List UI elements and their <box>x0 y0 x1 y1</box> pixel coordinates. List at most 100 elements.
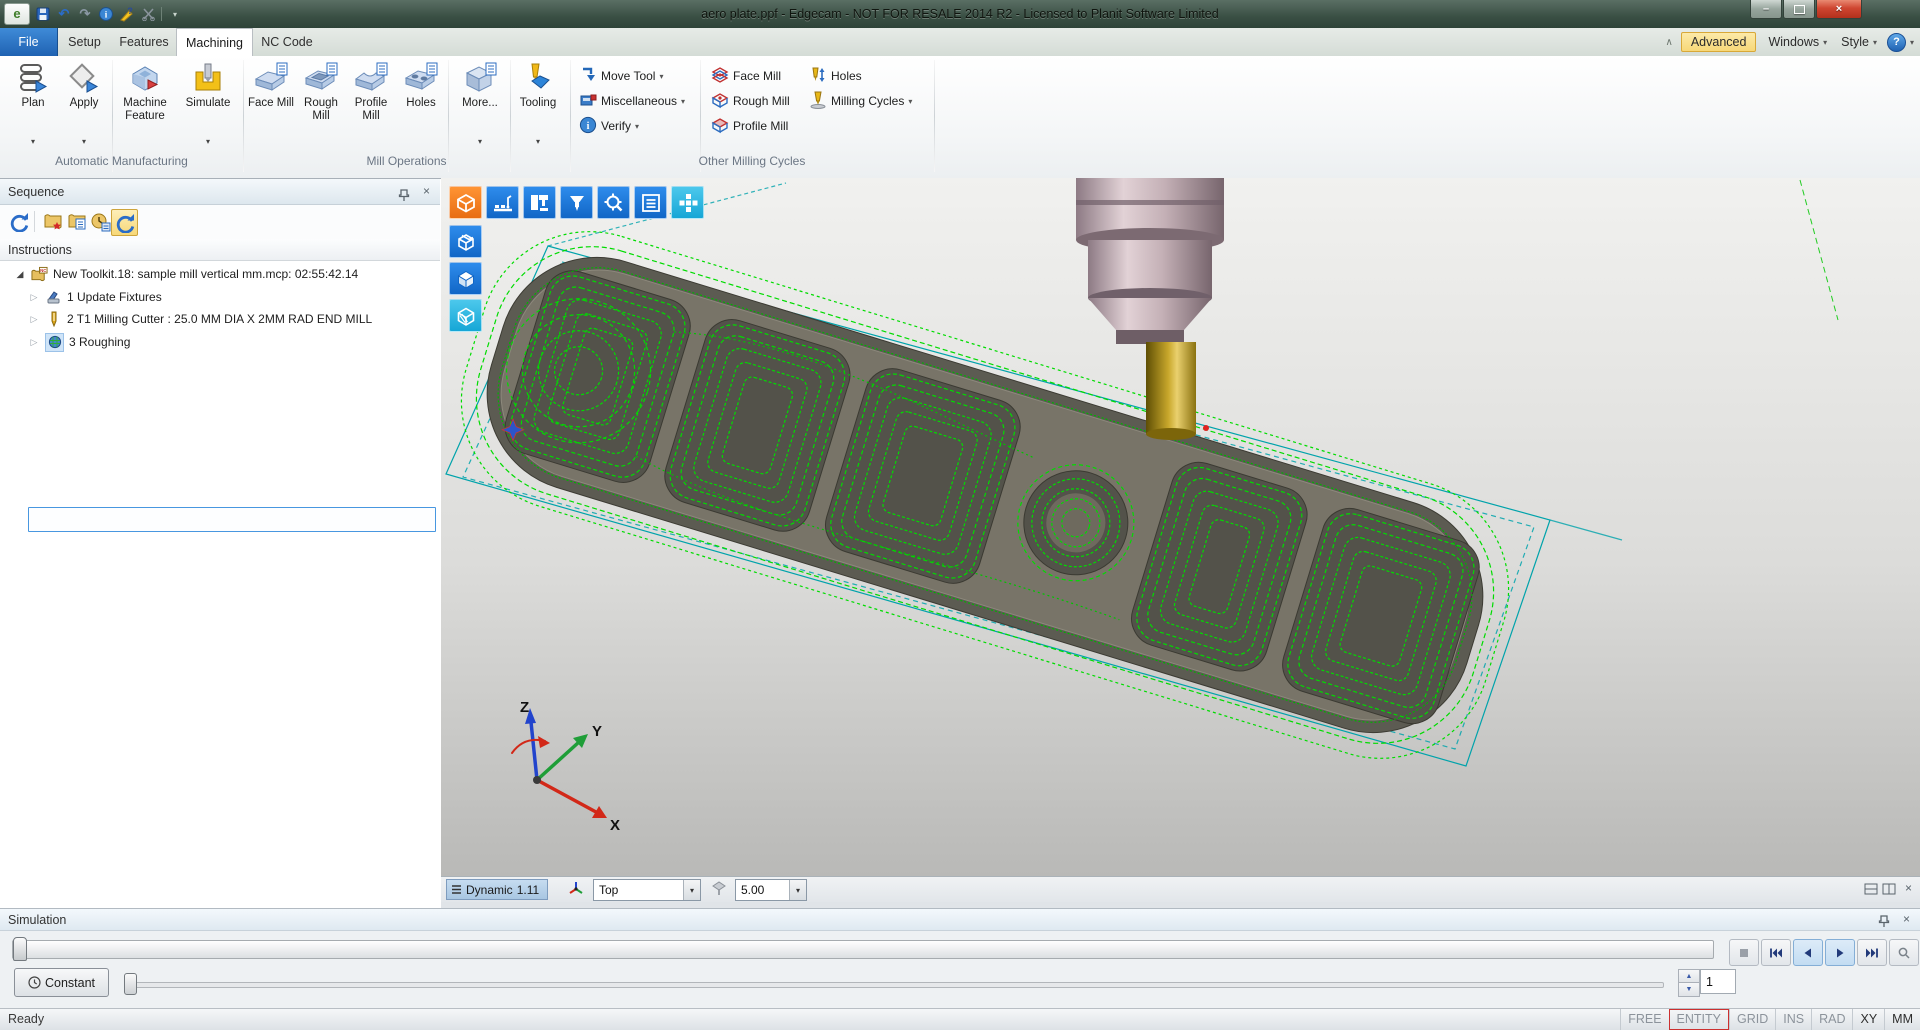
close-icon[interactable]: × <box>423 185 430 197</box>
shading-mode-icon[interactable] <box>449 186 482 219</box>
toggle-entity[interactable]: ENTITY <box>1669 1009 1729 1030</box>
split-vertical-icon[interactable] <box>1882 883 1896 898</box>
display-options-icon[interactable] <box>634 186 667 219</box>
machine-simulation-icon[interactable] <box>523 186 556 219</box>
profile-mill-cycle-button[interactable]: Profile Mill <box>708 114 791 138</box>
toggle-xy[interactable]: XY <box>1852 1009 1884 1030</box>
face-mill-cycle-button[interactable]: Face Mill <box>708 64 784 88</box>
speed-slider[interactable] <box>126 982 1664 988</box>
progress-slider-handle[interactable] <box>13 937 27 961</box>
whats-this-icon[interactable]: ? <box>119 6 135 22</box>
cycle-number-field[interactable]: 1 <box>1700 969 1736 994</box>
graphics-viewport[interactable]: Z Y X <box>441 178 1920 876</box>
tab-machining[interactable]: Machining <box>176 28 253 56</box>
advanced-mode-button[interactable]: Advanced <box>1681 32 1757 52</box>
stock-display-icon[interactable] <box>449 225 482 258</box>
redo-icon[interactable]: ↷ <box>77 6 93 22</box>
simulate-button[interactable]: Simulate ▾ <box>178 59 238 149</box>
toolpath-display-icon[interactable] <box>486 186 519 219</box>
tree-item-milling-cutter[interactable]: ▷ 2 T1 Milling Cutter : 25.0 MM DIA X 2M… <box>28 308 372 330</box>
tab-file[interactable]: File <box>0 28 58 56</box>
undo-icon[interactable]: ↶ <box>56 6 72 22</box>
plan-button[interactable]: Plan ▾ <box>8 59 58 149</box>
depth-select[interactable]: 5.00 ▾ <box>735 879 807 901</box>
maximize-button[interactable] <box>1783 0 1815 19</box>
caret-collapsed-icon[interactable]: ▷ <box>28 292 40 303</box>
refresh-sequence-icon[interactable] <box>6 209 31 234</box>
machine-feature-button[interactable]: Machine Feature <box>114 59 176 149</box>
nc-file-icon: NC <box>31 266 48 283</box>
tab-setup[interactable]: Setup <box>57 28 112 56</box>
rough-mill-button[interactable]: Rough Mill <box>298 59 344 149</box>
toggle-free[interactable]: FREE <box>1620 1009 1668 1030</box>
windows-menu[interactable]: Windows <box>1768 35 1819 49</box>
speed-slider-handle[interactable] <box>124 973 137 995</box>
help-icon[interactable]: ? <box>1887 33 1906 52</box>
tab-nc-code[interactable]: NC Code <box>254 28 320 56</box>
tree-item-roughing[interactable]: ▷ 3 Roughing <box>28 331 130 353</box>
tree-item-update-fixtures[interactable]: ▷ 1 Update Fixtures <box>28 286 162 308</box>
toggle-grid[interactable]: GRID <box>1729 1009 1775 1030</box>
cut-icon[interactable] <box>140 6 156 22</box>
profile-mill-cycle-label: Profile Mill <box>733 119 788 133</box>
play-forward-button[interactable] <box>1825 939 1855 966</box>
about-icon[interactable]: i <box>98 6 114 22</box>
caret-expanded-icon[interactable]: ◢ <box>14 269 26 280</box>
caret-collapsed-icon[interactable]: ▷ <box>28 337 40 348</box>
instructions-header[interactable]: Instructions <box>0 239 440 261</box>
more-button[interactable]: More... ▾ <box>456 59 504 149</box>
profile-mill-button[interactable]: Profile Mill <box>348 59 394 149</box>
find-button[interactable] <box>1889 939 1919 966</box>
solid-view-icon[interactable] <box>449 262 482 295</box>
stop-button[interactable] <box>1729 939 1759 966</box>
apply-button[interactable]: Apply ▾ <box>60 59 108 149</box>
toggle-rad[interactable]: RAD <box>1811 1009 1852 1030</box>
caret-collapsed-icon[interactable]: ▷ <box>28 314 40 325</box>
time-estimate-icon[interactable] <box>88 209 113 234</box>
verify-button[interactable]: i Verify ▾ <box>576 114 642 138</box>
play-backward-button[interactable] <box>1793 939 1823 966</box>
skip-to-end-button[interactable] <box>1857 939 1887 966</box>
close-icon[interactable]: × <box>1903 913 1910 925</box>
close-button[interactable]: × <box>1816 0 1862 19</box>
holes-cycle-button[interactable]: Holes <box>806 64 865 88</box>
style-dropdown-icon[interactable]: ▾ <box>1873 38 1877 47</box>
minimize-button[interactable]: – <box>1750 0 1782 19</box>
milling-cycles-button[interactable]: Milling Cycles ▾ <box>806 89 915 113</box>
save-icon[interactable] <box>35 6 51 22</box>
pin-icon[interactable] <box>1878 913 1890 935</box>
toggle-ins[interactable]: INS <box>1775 1009 1811 1030</box>
translucent-view-icon[interactable] <box>449 299 482 332</box>
viewport-close-icon[interactable]: × <box>1905 882 1912 894</box>
view-mode-chip[interactable]: Dynamic 1.11 <box>446 879 548 900</box>
edgecam-logo-icon[interactable]: e <box>4 3 30 25</box>
rough-mill-cycle-button[interactable]: Rough Mill <box>708 89 793 113</box>
window-layout-icon[interactable] <box>671 186 704 219</box>
tab-features[interactable]: Features <box>112 28 176 56</box>
collapse-ribbon-icon[interactable]: ∧ <box>1666 37 1673 48</box>
style-menu[interactable]: Style <box>1841 35 1869 49</box>
regenerate-icon[interactable] <box>111 209 138 236</box>
cycle-spinner-down[interactable]: ▼ <box>1678 982 1700 997</box>
move-tool-button[interactable]: Move Tool ▾ <box>576 64 667 88</box>
windows-dropdown-icon[interactable]: ▾ <box>1823 38 1827 47</box>
qat-options-icon[interactable]: ▾ <box>167 6 183 22</box>
depth-dropdown-icon[interactable]: ▾ <box>789 880 806 900</box>
tree-item-toolkit[interactable]: ◢ NC New Toolkit.18: sample mill vertica… <box>14 263 358 285</box>
tooling-button[interactable]: Tooling ▾ <box>512 59 564 149</box>
simulation-progress-slider[interactable] <box>12 940 1714 959</box>
split-horizontal-icon[interactable] <box>1864 883 1878 898</box>
miscellaneous-button[interactable]: Miscellaneous ▾ <box>576 89 688 113</box>
skip-to-start-button[interactable] <box>1761 939 1791 966</box>
holes-button[interactable]: Holes <box>398 59 444 149</box>
face-mill-button[interactable]: Face Mill <box>246 59 296 149</box>
cpl-select[interactable]: Top ▾ <box>593 879 701 901</box>
toggle-mm[interactable]: MM <box>1884 1009 1920 1030</box>
cpl-dropdown-icon[interactable]: ▾ <box>683 880 700 900</box>
zoom-extents-icon[interactable] <box>597 186 630 219</box>
tool-display-icon[interactable] <box>560 186 593 219</box>
help-dropdown-icon[interactable]: ▾ <box>1910 38 1914 47</box>
toolpath-report-icon[interactable] <box>40 209 65 234</box>
constant-speed-button[interactable]: Constant <box>14 968 109 997</box>
operations-list-icon[interactable] <box>64 209 89 234</box>
